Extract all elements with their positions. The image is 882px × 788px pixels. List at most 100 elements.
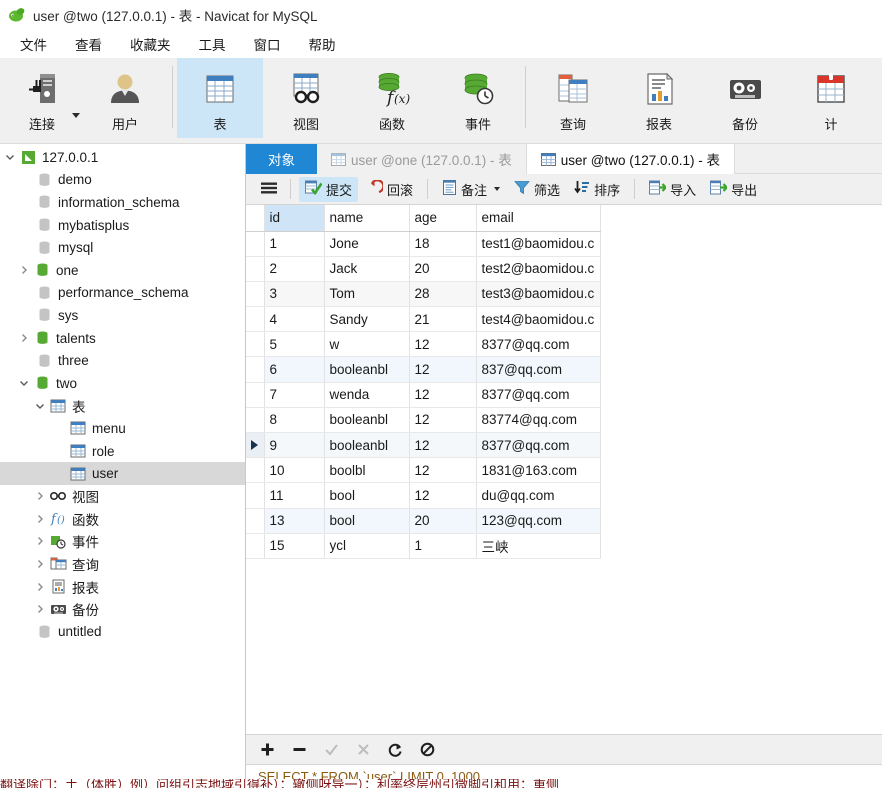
tree-node-sys[interactable]: sys bbox=[0, 304, 245, 327]
cell-email[interactable]: test1@baomidou.c bbox=[476, 231, 601, 257]
tree-node-queries-folder[interactable]: 查询 bbox=[0, 553, 245, 576]
cell-id[interactable]: 9 bbox=[264, 432, 325, 459]
cell-age[interactable]: 1 bbox=[409, 533, 477, 559]
chevron-right-icon[interactable] bbox=[32, 582, 48, 592]
cell-id[interactable]: 7 bbox=[264, 382, 325, 408]
tree-node-backups-folder[interactable]: 备份 bbox=[0, 598, 245, 621]
cell-email[interactable]: 83774@qq.com bbox=[476, 407, 601, 434]
grid-menu-button[interactable] bbox=[256, 178, 282, 201]
tree-node-information-schema[interactable]: information_schema bbox=[0, 191, 245, 214]
table-row[interactable]: 13 bool 20 123@qq.com bbox=[246, 508, 601, 534]
menu-window[interactable]: 窗口 bbox=[240, 31, 295, 57]
chevron-down-icon[interactable] bbox=[2, 152, 18, 162]
tree-node-views-folder[interactable]: 视图 bbox=[0, 485, 245, 508]
import-button[interactable]: 导入 bbox=[643, 177, 702, 202]
cell-email[interactable]: 123@qq.com bbox=[476, 508, 601, 534]
cell-email[interactable]: 8377@qq.com bbox=[476, 331, 601, 358]
tab-user-at-one[interactable]: user @one (127.0.0.1) - 表 bbox=[317, 144, 527, 174]
cell-age[interactable]: 28 bbox=[409, 281, 477, 308]
toolbar-button-query[interactable]: 查询 bbox=[530, 58, 616, 138]
cell-name[interactable]: boolbl bbox=[324, 457, 410, 484]
tree-node-table-menu[interactable]: menu bbox=[0, 417, 245, 440]
tree-node-mysql[interactable]: mysql bbox=[0, 236, 245, 259]
toolbar-button-table[interactable]: 表 bbox=[177, 58, 263, 138]
cell-email[interactable]: test2@baomidou.c bbox=[476, 256, 601, 282]
cell-id[interactable]: 13 bbox=[264, 508, 325, 534]
table-row[interactable]: 5 w 12 8377@qq.com bbox=[246, 331, 601, 358]
table-row[interactable]: 4 Sandy 21 test4@baomidou.c bbox=[246, 306, 601, 333]
object-tree-sidebar[interactable]: 127.0.0.1 demo information_schema mybati… bbox=[0, 144, 246, 788]
cell-name[interactable]: wenda bbox=[324, 382, 410, 408]
cell-name[interactable]: booleanbl bbox=[324, 356, 410, 383]
tree-node-one[interactable]: one bbox=[0, 259, 245, 282]
tree-node-table-user[interactable]: user bbox=[0, 462, 245, 485]
delete-record-button[interactable] bbox=[290, 741, 308, 759]
tree-node-two[interactable]: two bbox=[0, 372, 245, 395]
tree-node-events-folder[interactable]: 事件 bbox=[0, 530, 245, 553]
chevron-right-icon[interactable] bbox=[32, 514, 48, 524]
cell-name[interactable]: Jack bbox=[324, 256, 410, 282]
table-row[interactable]: 10 boolbl 12 1831@163.com bbox=[246, 457, 601, 484]
tree-node-mybatisplus[interactable]: mybatisplus bbox=[0, 214, 245, 237]
row-marker-current[interactable] bbox=[246, 432, 265, 459]
cell-id[interactable]: 10 bbox=[264, 457, 325, 484]
cell-id[interactable]: 11 bbox=[264, 482, 325, 509]
table-row[interactable]: 7 wenda 12 8377@qq.com bbox=[246, 382, 601, 408]
row-marker[interactable] bbox=[246, 331, 265, 358]
commit-button[interactable]: 提交 bbox=[299, 176, 359, 202]
column-header-name[interactable]: name bbox=[324, 205, 410, 232]
toolbar-button-schedule[interactable]: 计 bbox=[788, 58, 874, 138]
table-row[interactable]: 3 Tom 28 test3@baomidou.c bbox=[246, 281, 601, 308]
row-marker[interactable] bbox=[246, 407, 265, 434]
tree-node-table-role[interactable]: role bbox=[0, 440, 245, 463]
tree-node-three[interactable]: three bbox=[0, 349, 245, 372]
export-button[interactable]: 导出 bbox=[704, 177, 763, 202]
cell-id[interactable]: 8 bbox=[264, 407, 325, 434]
cell-id[interactable]: 6 bbox=[264, 356, 325, 383]
cell-name[interactable]: booleanbl bbox=[324, 407, 410, 434]
cell-age[interactable]: 20 bbox=[409, 508, 477, 534]
cell-age[interactable]: 12 bbox=[409, 382, 477, 408]
row-marker[interactable] bbox=[246, 306, 265, 333]
tree-node-demo[interactable]: demo bbox=[0, 169, 245, 192]
cell-name[interactable]: w bbox=[324, 331, 410, 358]
rollback-button[interactable]: 回滚 bbox=[360, 177, 419, 202]
table-row[interactable]: 8 booleanbl 12 83774@qq.com bbox=[246, 407, 601, 434]
cell-email[interactable]: test4@baomidou.c bbox=[476, 306, 601, 333]
tab-objects[interactable]: 对象 bbox=[246, 144, 317, 174]
chevron-right-icon[interactable] bbox=[32, 491, 48, 501]
table-row-current[interactable]: 9 booleanbl 12 8377@qq.com bbox=[246, 432, 601, 459]
cell-id[interactable]: 3 bbox=[264, 281, 325, 308]
chevron-right-icon[interactable] bbox=[32, 604, 48, 614]
cell-id[interactable]: 2 bbox=[264, 256, 325, 282]
cell-age[interactable]: 21 bbox=[409, 306, 477, 333]
toolbar-button-backup[interactable]: 备份 bbox=[702, 58, 788, 138]
toolbar-button-connection[interactable]: 连接 bbox=[6, 58, 78, 138]
table-row[interactable]: 1 Jone 18 test1@baomidou.c bbox=[246, 231, 601, 257]
cell-email[interactable]: 8377@qq.com bbox=[476, 432, 601, 459]
cell-id[interactable]: 1 bbox=[264, 231, 325, 257]
cell-name[interactable]: booleanbl bbox=[324, 432, 410, 459]
filter-button[interactable]: 筛选 bbox=[508, 177, 566, 202]
stop-button[interactable] bbox=[418, 741, 436, 759]
tree-node-functions-folder[interactable]: f() 函数 bbox=[0, 508, 245, 531]
toolbar-button-report[interactable]: 报表 bbox=[616, 58, 702, 138]
cell-name[interactable]: Jone bbox=[324, 231, 410, 257]
cell-age[interactable]: 18 bbox=[409, 231, 477, 257]
row-marker[interactable] bbox=[246, 382, 265, 408]
cell-name[interactable]: ycl bbox=[324, 533, 410, 559]
cancel-change-button[interactable] bbox=[354, 741, 372, 759]
tree-node-talents[interactable]: talents bbox=[0, 327, 245, 350]
row-marker[interactable] bbox=[246, 482, 265, 509]
menu-file[interactable]: 文件 bbox=[6, 31, 61, 57]
toolbar-button-function[interactable]: f (x) 函数 bbox=[349, 58, 435, 138]
table-row[interactable]: 15 ycl 1 三峡 bbox=[246, 533, 601, 559]
cell-id[interactable]: 4 bbox=[264, 306, 325, 333]
cell-age[interactable]: 12 bbox=[409, 432, 477, 459]
tree-node-performance-schema[interactable]: performance_schema bbox=[0, 282, 245, 305]
cell-age[interactable]: 12 bbox=[409, 407, 477, 434]
cell-age[interactable]: 20 bbox=[409, 256, 477, 282]
row-marker[interactable] bbox=[246, 356, 265, 383]
note-button[interactable]: 备注 bbox=[436, 177, 506, 202]
cell-name[interactable]: Sandy bbox=[324, 306, 410, 333]
